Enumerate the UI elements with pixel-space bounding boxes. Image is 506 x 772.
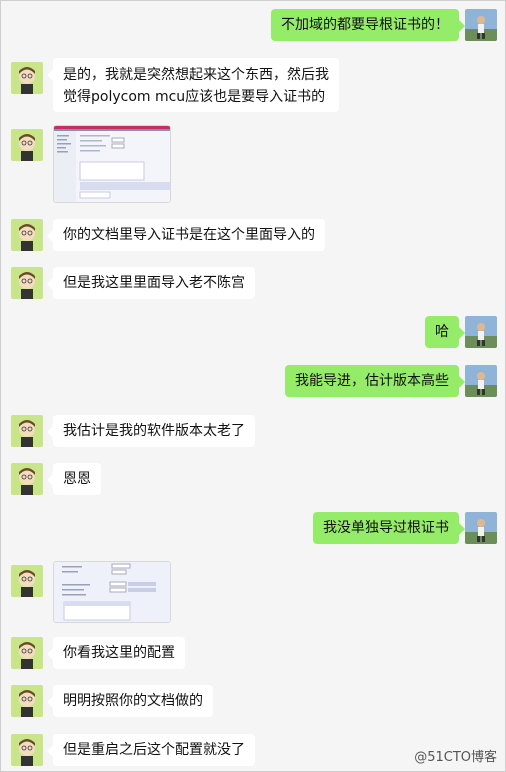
- message-row: 恩恩: [1, 463, 506, 497]
- user-avatar[interactable]: [465, 512, 497, 544]
- message-bubble-received[interactable]: 你的文档里导入证书是在这个里面导入的: [47, 219, 325, 251]
- contact-avatar[interactable]: [11, 129, 43, 161]
- contact-avatar[interactable]: [11, 62, 43, 94]
- message-bubble-received[interactable]: 明明按照你的文档做的: [47, 685, 213, 717]
- message-row: 但是我这里里面导入老不陈宫: [1, 267, 506, 301]
- message-bubble-received[interactable]: 但是我这里里面导入老不陈宫: [47, 267, 255, 299]
- chat-window: 不加域的都要导根证书的！ 是的，我就是突然想起来这个东西，然后我 觉得polyc…: [0, 0, 506, 772]
- message-row: 你的文档里导入证书是在这个里面导入的: [1, 219, 506, 253]
- user-avatar[interactable]: [465, 9, 497, 41]
- contact-avatar[interactable]: [11, 219, 43, 251]
- image-message[interactable]: [53, 125, 171, 203]
- message-row: 不加域的都要导根证书的！: [1, 9, 506, 43]
- message-row: 是的，我就是突然想起来这个东西，然后我 觉得polycom mcu应该也是要导入…: [1, 58, 506, 114]
- user-avatar[interactable]: [465, 365, 497, 397]
- contact-avatar[interactable]: [11, 415, 43, 447]
- image-message[interactable]: [53, 561, 171, 623]
- message-row: [1, 561, 506, 623]
- message-row: 我没单独导过根证书: [1, 512, 506, 546]
- message-row: 你看我这里的配置: [1, 637, 506, 671]
- contact-avatar[interactable]: [11, 685, 43, 717]
- message-row: 我能导进，估计版本高些: [1, 365, 506, 399]
- contact-avatar[interactable]: [11, 734, 43, 766]
- message-bubble-received[interactable]: 恩恩: [47, 463, 101, 495]
- watermark: @51CTO博客: [414, 750, 497, 765]
- message-row: [1, 125, 506, 203]
- message-bubble-sent[interactable]: 不加域的都要导根证书的！: [271, 9, 465, 41]
- contact-avatar[interactable]: [11, 637, 43, 669]
- message-bubble-received[interactable]: 我估计是我的软件版本太老了: [47, 415, 255, 447]
- message-bubble-sent[interactable]: 我能导进，估计版本高些: [285, 365, 465, 397]
- message-row: 哈: [1, 316, 506, 350]
- message-row: 明明按照你的文档做的: [1, 685, 506, 719]
- message-line: 是的，我就是突然想起来这个东西，然后我: [63, 67, 329, 83]
- message-bubble-received[interactable]: 你看我这里的配置: [47, 637, 185, 669]
- contact-avatar[interactable]: [11, 463, 43, 495]
- message-bubble-sent[interactable]: 我没单独导过根证书: [313, 512, 465, 544]
- message-bubble-sent[interactable]: 哈: [425, 316, 465, 348]
- message-line: 觉得polycom mcu应该也是要导入证书的: [63, 89, 326, 105]
- message-bubble-received[interactable]: 是的，我就是突然想起来这个东西，然后我 觉得polycom mcu应该也是要导入…: [47, 58, 339, 112]
- contact-avatar[interactable]: [11, 565, 43, 597]
- contact-avatar[interactable]: [11, 267, 43, 299]
- message-bubble-received[interactable]: 但是重启之后这个配置就没了: [47, 734, 255, 766]
- user-avatar[interactable]: [465, 316, 497, 348]
- message-row: 我估计是我的软件版本太老了: [1, 415, 506, 449]
